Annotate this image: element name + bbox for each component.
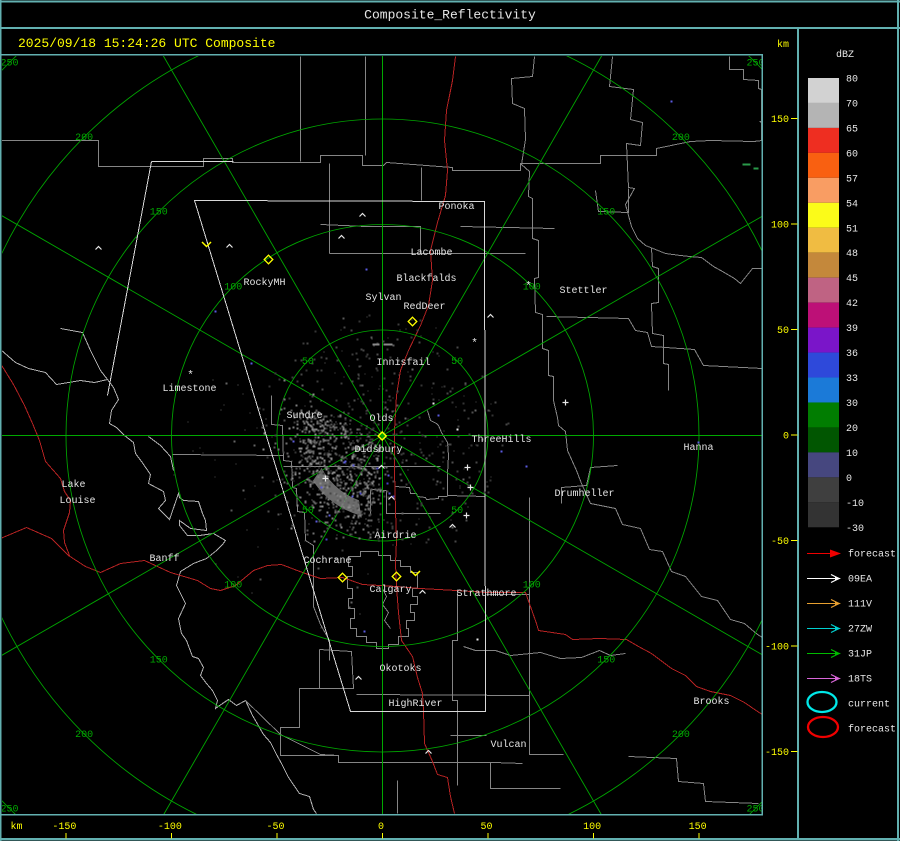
svg-text:Innisfail: Innisfail (376, 357, 430, 369)
svg-text:0: 0 (783, 432, 789, 443)
svg-text:36: 36 (846, 349, 858, 360)
svg-text:80: 80 (846, 75, 858, 86)
svg-text:20: 20 (846, 424, 858, 435)
svg-text:HighRiver: HighRiver (388, 698, 442, 710)
svg-text:50: 50 (451, 357, 463, 368)
svg-text:33: 33 (846, 374, 858, 385)
svg-text:100: 100 (523, 581, 541, 592)
svg-text:2025/09/18 15:24:26 UTC Compos: 2025/09/18 15:24:26 UTC Composite (18, 36, 275, 51)
svg-text:Airdrie: Airdrie (374, 530, 416, 542)
svg-text:100: 100 (224, 282, 242, 293)
svg-text:Brooks: Brooks (693, 696, 729, 708)
svg-text:-100: -100 (765, 643, 789, 654)
svg-text:-150: -150 (52, 822, 76, 833)
svg-text:150: 150 (689, 822, 707, 833)
svg-text:Lacombe: Lacombe (410, 247, 452, 259)
svg-text:57: 57 (846, 174, 858, 185)
svg-text:100: 100 (224, 581, 242, 592)
svg-text:48: 48 (846, 249, 858, 260)
svg-text:31JP: 31JP (848, 650, 872, 661)
svg-text:Composite_Reflectivity: Composite_Reflectivity (364, 8, 536, 23)
svg-text:Strathmore: Strathmore (456, 588, 516, 600)
svg-text:50: 50 (777, 326, 789, 337)
svg-text:-30: -30 (846, 524, 864, 535)
svg-text:km: km (777, 39, 789, 51)
svg-text:ThreeHills: ThreeHills (471, 434, 531, 446)
svg-text:65: 65 (846, 124, 858, 135)
svg-text:-150: -150 (765, 748, 789, 759)
svg-text:18TS: 18TS (848, 675, 872, 686)
svg-text:Didsbury: Didsbury (354, 444, 402, 456)
svg-text:Sylvan: Sylvan (365, 292, 401, 304)
svg-text:current: current (848, 700, 890, 711)
svg-text:45: 45 (846, 274, 858, 285)
svg-text:30: 30 (846, 399, 858, 410)
svg-text:*: * (187, 370, 194, 382)
svg-text:150: 150 (597, 208, 615, 219)
svg-text:50: 50 (451, 506, 463, 517)
svg-text:Banff: Banff (149, 553, 179, 565)
svg-text:42: 42 (846, 299, 858, 310)
svg-text:250: 250 (0, 59, 18, 70)
svg-text:forecast: forecast (848, 549, 896, 561)
svg-text:Louise: Louise (59, 495, 95, 507)
svg-text:km: km (10, 821, 22, 833)
svg-text:Cochrane: Cochrane (303, 555, 351, 567)
svg-text:200: 200 (75, 133, 93, 144)
svg-text:RedDeer: RedDeer (403, 301, 445, 313)
svg-text:Olds: Olds (369, 413, 393, 425)
svg-text:0: 0 (846, 474, 852, 485)
svg-text:09EA: 09EA (848, 575, 872, 586)
svg-text:forecast: forecast (848, 724, 896, 736)
svg-text:Lake: Lake (61, 479, 85, 491)
svg-text:dBZ: dBZ (836, 49, 854, 61)
svg-text:-100: -100 (158, 822, 182, 833)
svg-text:150: 150 (597, 655, 615, 666)
svg-text:*: * (525, 281, 532, 293)
svg-text:50: 50 (302, 506, 314, 517)
svg-text:Sundre: Sundre (286, 410, 322, 422)
svg-text:Limestone: Limestone (162, 383, 216, 395)
svg-text:Stettler: Stettler (559, 285, 607, 297)
svg-text:50: 50 (302, 357, 314, 368)
svg-text:150: 150 (771, 115, 789, 126)
svg-text:27ZW: 27ZW (848, 625, 872, 636)
svg-text:-50: -50 (771, 537, 789, 548)
svg-text:RockyMH: RockyMH (243, 277, 285, 289)
svg-text:0: 0 (378, 822, 384, 833)
svg-text:150: 150 (150, 208, 168, 219)
svg-text:-50: -50 (266, 822, 284, 833)
svg-text:Hanna: Hanna (683, 443, 713, 454)
svg-text:39: 39 (846, 324, 858, 335)
svg-text:Ponoka: Ponoka (438, 201, 474, 213)
svg-text:Drumheller: Drumheller (554, 488, 614, 500)
svg-text:60: 60 (846, 149, 858, 160)
svg-text:200: 200 (672, 133, 690, 144)
svg-text:100: 100 (583, 822, 601, 833)
svg-text:50: 50 (480, 822, 492, 833)
svg-text:10: 10 (846, 449, 858, 460)
svg-text:250: 250 (0, 805, 18, 816)
svg-text:*: * (471, 338, 478, 350)
svg-text:70: 70 (846, 99, 858, 110)
svg-text:Vulcan: Vulcan (490, 739, 526, 751)
svg-text:150: 150 (150, 655, 168, 666)
svg-text:51: 51 (846, 224, 858, 235)
svg-text:100: 100 (771, 221, 789, 232)
svg-text:200: 200 (672, 730, 690, 741)
svg-text:Okotoks: Okotoks (379, 663, 421, 675)
svg-text:Calgary: Calgary (369, 584, 411, 596)
svg-text:111V: 111V (848, 600, 872, 611)
svg-text:54: 54 (846, 199, 858, 210)
svg-text:-10: -10 (846, 499, 864, 510)
svg-text:200: 200 (75, 730, 93, 741)
svg-text:Blackfalds: Blackfalds (396, 273, 456, 285)
